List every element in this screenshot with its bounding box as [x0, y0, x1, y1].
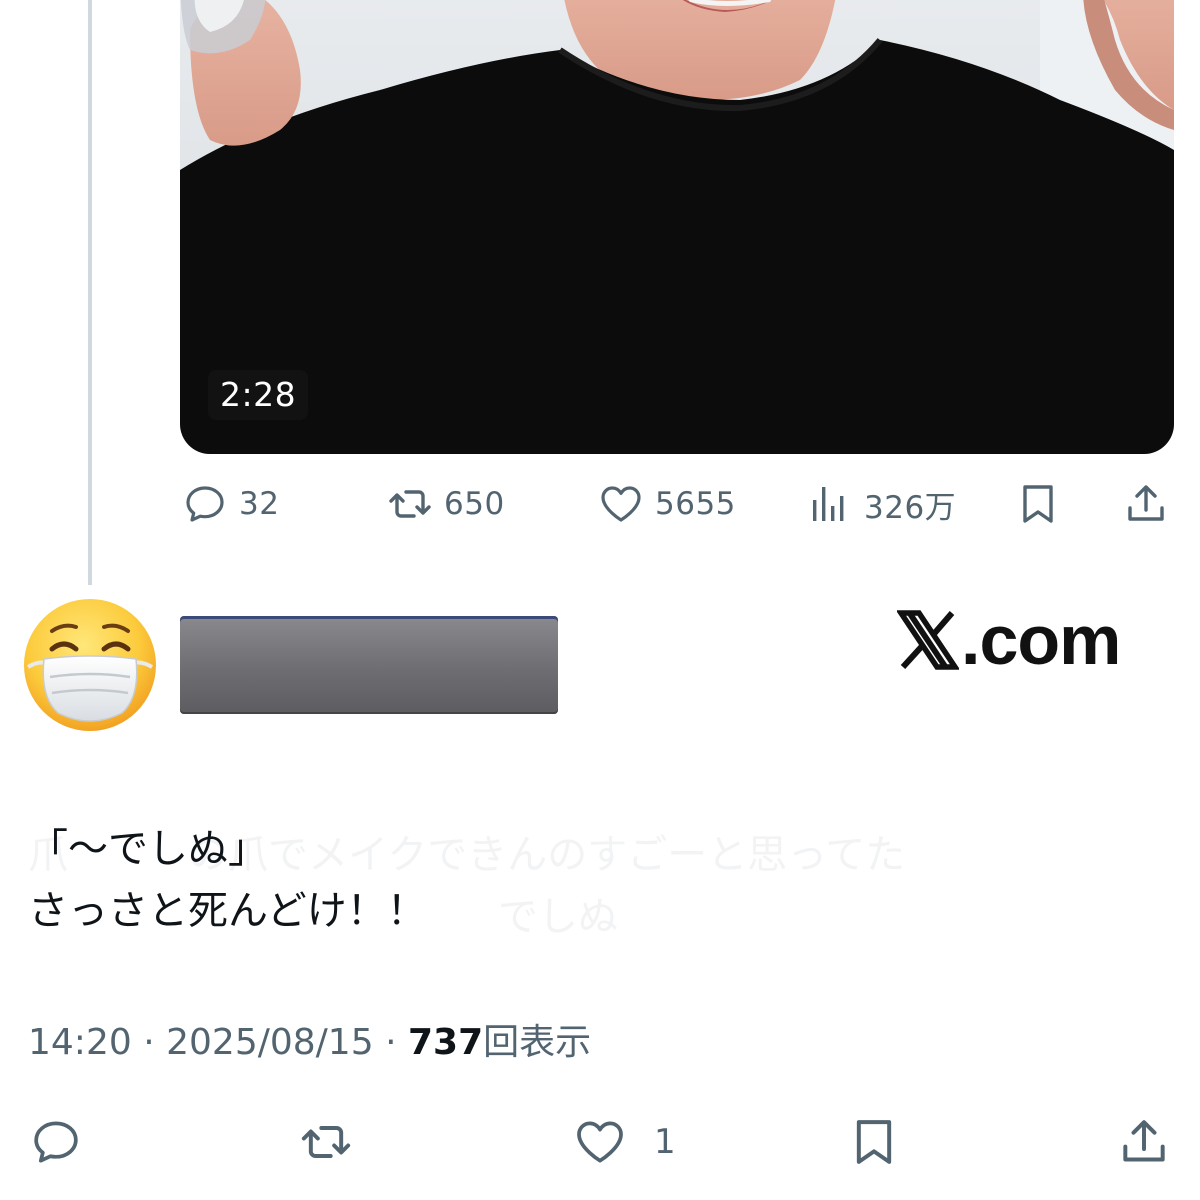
- reply-share-button[interactable]: [1116, 1112, 1172, 1172]
- speech-bubble-icon: [28, 1114, 84, 1170]
- reply-button[interactable]: 32: [181, 474, 279, 534]
- post-action-bar: 32 650 5655 326万: [0, 474, 1200, 534]
- heart-icon: [597, 480, 645, 528]
- logo-text: .com: [961, 601, 1121, 679]
- meta-separator: ·: [385, 1022, 397, 1063]
- reply-action-bar: 1: [0, 1112, 1200, 1172]
- reply-date[interactable]: 2025/08/15: [166, 1022, 374, 1063]
- reply-views-count: 737: [407, 1022, 484, 1063]
- reply-reply-button[interactable]: [28, 1112, 84, 1172]
- heart-icon: [572, 1114, 628, 1170]
- reply-like-count: 1: [654, 1122, 677, 1162]
- face-with-medical-mask-icon: [24, 599, 156, 731]
- reply-text-line-1: 「〜でしぬ」: [28, 826, 268, 872]
- reply-meta: 14:20 · 2025/08/15 · 737回表示: [28, 1018, 591, 1068]
- video-frame-image: [180, 0, 1174, 454]
- repost-button[interactable]: 650: [386, 474, 505, 534]
- reply-repost-button[interactable]: [298, 1112, 354, 1172]
- video-thumbnail[interactable]: 2:28: [180, 0, 1174, 454]
- video-duration-badge: 2:28: [208, 370, 309, 420]
- x-logo-icon: [897, 609, 959, 671]
- like-button[interactable]: 5655: [597, 474, 736, 534]
- share-button[interactable]: [1122, 474, 1170, 534]
- like-count: 5655: [655, 486, 736, 522]
- bookmark-icon: [1014, 480, 1062, 528]
- share-upload-icon: [1122, 480, 1170, 528]
- views-count: 326万: [864, 489, 957, 526]
- bar-chart-icon: [806, 480, 854, 528]
- avatar[interactable]: [22, 597, 158, 733]
- repost-arrows-icon: [386, 480, 434, 528]
- bookmark-button[interactable]: [1014, 474, 1062, 534]
- speech-bubble-icon: [181, 480, 229, 528]
- reply-body-text: 「〜でしぬ」 さっさと死んどけ！！: [28, 818, 1178, 942]
- reply-text-line-2: さっさと死んどけ！！: [28, 888, 427, 934]
- reply-count: 32: [239, 486, 280, 522]
- reply-like-button[interactable]: 1: [572, 1112, 676, 1172]
- share-upload-icon: [1116, 1114, 1172, 1170]
- meta-separator: ·: [143, 1022, 155, 1063]
- repost-count: 650: [444, 486, 505, 522]
- views-button[interactable]: 326万: [806, 474, 956, 534]
- reply-bookmark-button[interactable]: [846, 1112, 902, 1172]
- redacted-display-name: [180, 616, 558, 714]
- x-com-logo: .com: [897, 600, 1121, 680]
- bookmark-icon: [846, 1114, 902, 1170]
- reply-time[interactable]: 14:20: [28, 1022, 132, 1063]
- reply-views-label: 回表示: [483, 1022, 592, 1063]
- repost-arrows-icon: [298, 1114, 354, 1170]
